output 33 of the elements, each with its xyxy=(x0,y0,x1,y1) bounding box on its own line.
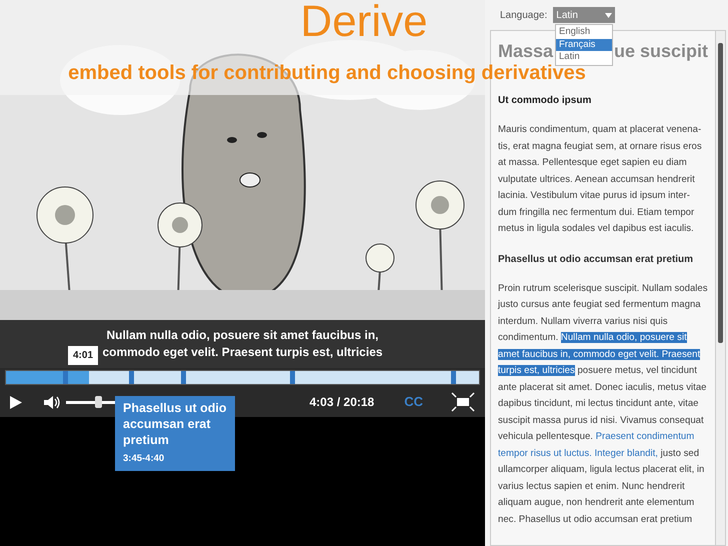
language-option[interactable]: English xyxy=(556,26,612,38)
chapter-time: 3:45-4:40 xyxy=(123,452,166,466)
language-select[interactable]: Latin xyxy=(553,7,616,23)
caret-icon xyxy=(605,12,612,18)
volume-thumb[interactable] xyxy=(95,396,102,408)
slide-subtitle: embed tools for contributing and choosing derivatives xyxy=(68,62,586,84)
scrollbar-thumb[interactable] xyxy=(718,43,723,343)
transcript-link[interactable]: Praesent condimentum xyxy=(596,431,694,442)
volume-icon[interactable] xyxy=(44,396,62,408)
transcript-paragraph: Mauris condimentum, quam at placerat venena-tis, erat magna feugiat sem, at ornare risus eros at massa. Pellentesque eget sapien eu diam vulputate ultrices. Aenean accumsan hendrerit lacinia. Vestibulum vitae purus id ipsum inter-dum fringilla nec fermentum dui. Etiam tempor metus in ligula sodales vel dapibus est iaculis. xyxy=(498,123,703,236)
transcript-heading: Massa xyxy=(498,40,554,63)
language-option[interactable]: Latin xyxy=(556,51,612,64)
chapter-marker[interactable] xyxy=(62,371,68,384)
section-heading: Phasellus ut odio accumsan erat pretium xyxy=(498,252,694,266)
transcript-subheading: Ut commodo ipsum xyxy=(498,94,592,108)
chapter-marker[interactable] xyxy=(450,371,456,384)
chapter-marker[interactable] xyxy=(181,371,186,384)
fullscreen-icon[interactable] xyxy=(451,392,475,412)
language-label: Language: xyxy=(500,8,548,22)
caption-line: commodo eget velit. Praesent turpis est, ultricies xyxy=(102,344,383,361)
transcript-link[interactable]: tempor risus ut luctus. Integer blandit, xyxy=(498,448,658,458)
hover-time-tooltip: 4:01 xyxy=(68,346,98,365)
language-option[interactable]: Français xyxy=(556,38,612,51)
chapter-title: Phasellus ut odio accumsan erat pretium xyxy=(123,400,227,448)
playback-time: 4:03 / 20:18 xyxy=(310,394,374,411)
transcript-heading: ue suscipit xyxy=(614,40,708,63)
caption-line: Nullam nulla odio, posuere sit amet faucibus in, xyxy=(106,327,379,344)
closed-captions-button[interactable]: CC xyxy=(404,392,423,412)
chapter-marker[interactable] xyxy=(128,371,134,384)
chapter-marker[interactable] xyxy=(290,371,295,384)
slide-title: Derive xyxy=(300,0,428,48)
play-icon[interactable] xyxy=(10,396,22,408)
scrollbar[interactable] xyxy=(715,31,725,545)
